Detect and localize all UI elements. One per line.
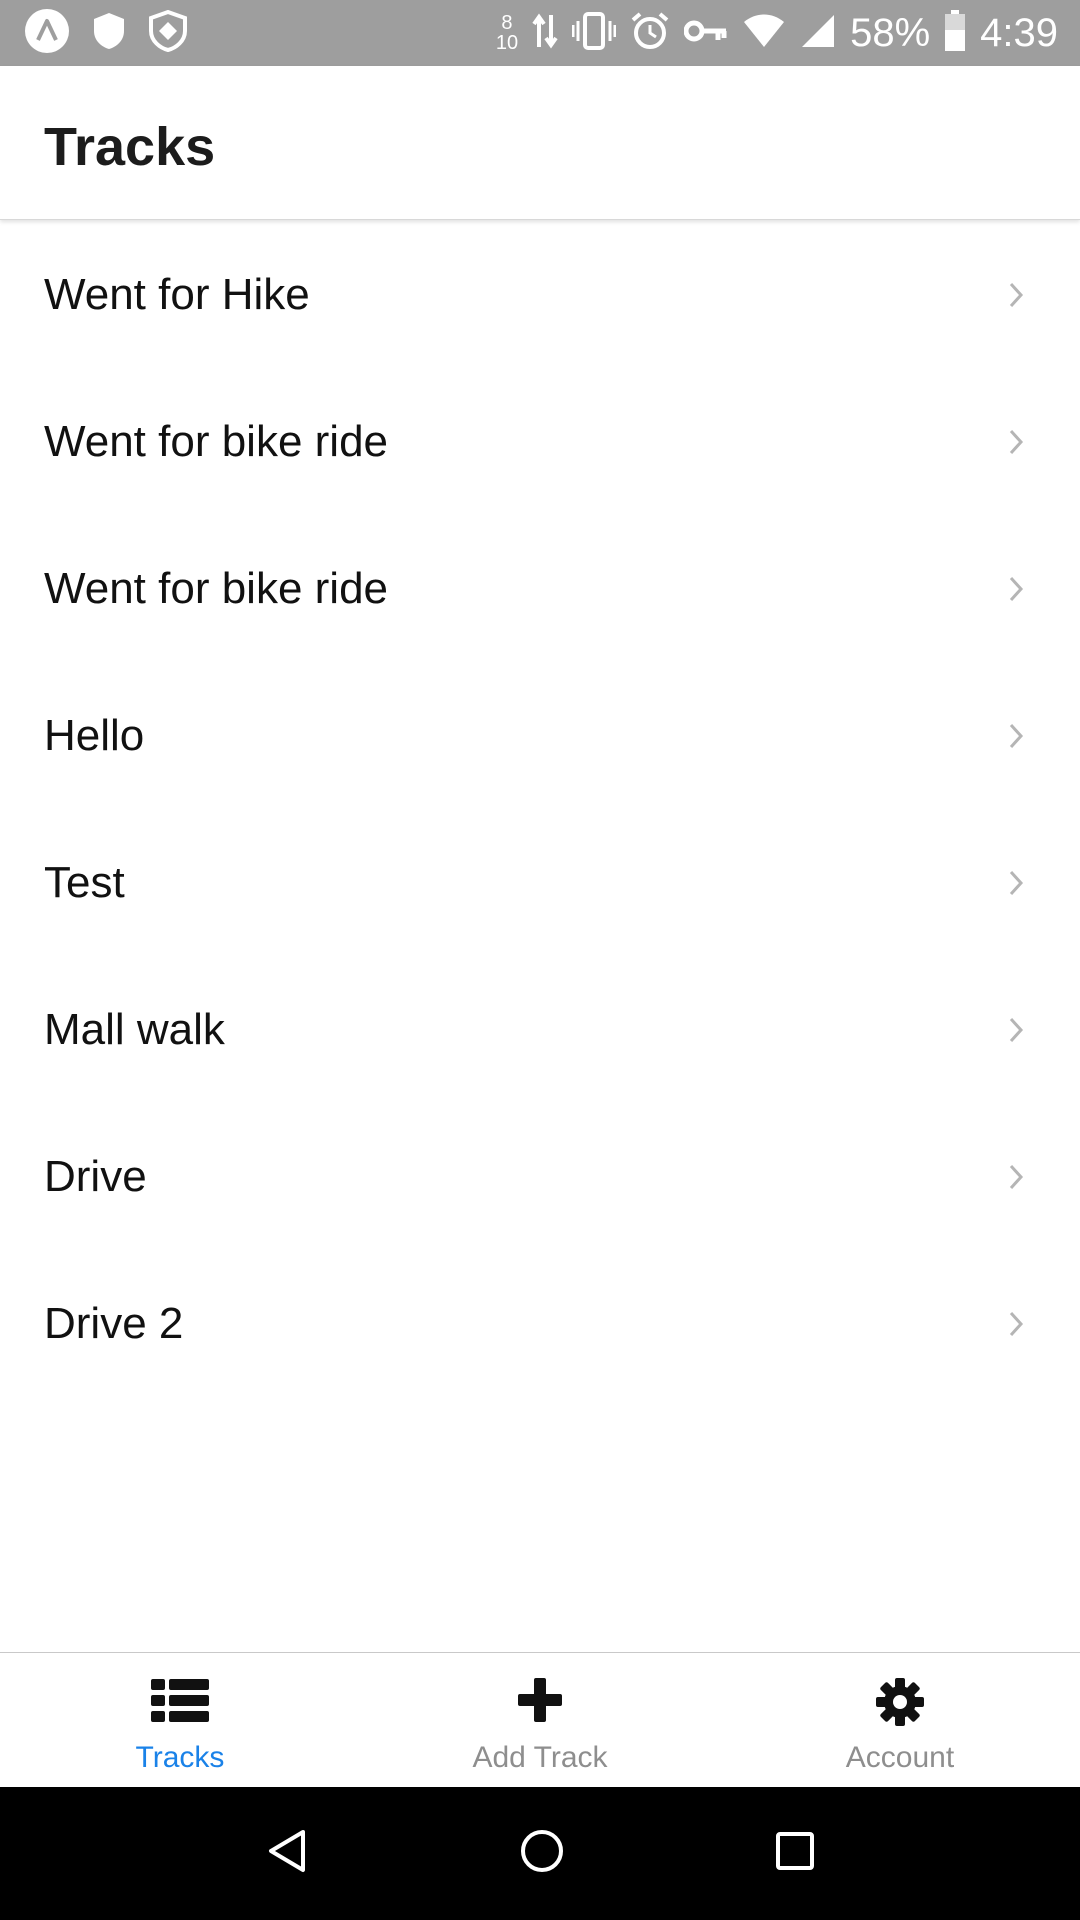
- system-nav-bar: [0, 1787, 1080, 1920]
- list-item[interactable]: Hello: [0, 662, 1080, 809]
- data-traffic-indicator: 8 10: [496, 13, 518, 53]
- chevron-right-icon: [1009, 1311, 1024, 1336]
- track-list: Went for Hike Went for bike ride Went fo…: [0, 221, 1080, 1397]
- home-icon[interactable]: [519, 1828, 565, 1879]
- track-label: Drive: [44, 1151, 147, 1201]
- net-up-count: 8: [501, 12, 513, 34]
- tab-tracks-label: Tracks: [135, 1741, 225, 1774]
- list-item[interactable]: Went for Hike: [0, 221, 1080, 368]
- clock: 4:39: [980, 10, 1058, 55]
- vpn-key-icon: [683, 18, 728, 49]
- track-label: Drive 2: [44, 1298, 184, 1348]
- page-title: Tracks: [44, 117, 216, 177]
- chevron-right-icon: [1009, 1017, 1024, 1042]
- list-item[interactable]: Drive: [0, 1103, 1080, 1250]
- list-item[interactable]: Drive 2: [0, 1250, 1080, 1397]
- list-icon: [151, 1677, 209, 1730]
- battery-percent: 58%: [850, 10, 931, 55]
- tab-add-track[interactable]: Add Track: [360, 1653, 720, 1788]
- vibrate-icon: [571, 11, 617, 56]
- net-down-count: 10: [495, 32, 519, 54]
- signal-icon: [800, 13, 836, 54]
- plus-icon: [517, 1677, 563, 1728]
- track-label: Went for bike ride: [44, 416, 389, 466]
- chevron-right-icon: [1009, 1164, 1024, 1189]
- list-item[interactable]: Went for bike ride: [0, 368, 1080, 515]
- chevron-right-icon: [1009, 429, 1024, 454]
- app-a-icon: [24, 8, 70, 59]
- track-label: Test: [44, 857, 125, 907]
- tab-add-track-label: Add Track: [472, 1741, 608, 1774]
- chevron-right-icon: [1009, 870, 1024, 895]
- status-bar: 8 10 58% 4:39: [0, 0, 1080, 66]
- list-item[interactable]: Mall walk: [0, 956, 1080, 1103]
- recents-icon[interactable]: [775, 1831, 815, 1876]
- track-label: Went for Hike: [44, 269, 310, 319]
- alarm-icon: [630, 11, 670, 56]
- back-icon[interactable]: [265, 1828, 309, 1879]
- shield-check-icon: [148, 9, 188, 57]
- list-item[interactable]: Test: [0, 809, 1080, 956]
- tab-account[interactable]: Account: [720, 1653, 1080, 1788]
- chevron-right-icon: [1009, 576, 1024, 601]
- track-label: Went for bike ride: [44, 563, 389, 613]
- chevron-right-icon: [1009, 282, 1024, 307]
- track-label: Hello: [44, 710, 145, 760]
- track-label: Mall walk: [44, 1004, 225, 1054]
- wifi-icon: [742, 14, 786, 53]
- bottom-tab-bar: Tracks Add Track Account: [0, 1652, 1080, 1787]
- tab-account-label: Account: [845, 1741, 955, 1774]
- app-header: Tracks: [0, 66, 1080, 220]
- shield-icon: [92, 11, 126, 56]
- list-item[interactable]: Went for bike ride: [0, 515, 1080, 662]
- battery-icon: [944, 9, 966, 57]
- tab-tracks[interactable]: Tracks: [0, 1653, 360, 1788]
- gear-icon: [875, 1677, 925, 1732]
- chevron-right-icon: [1009, 723, 1024, 748]
- data-arrows-icon: [532, 11, 558, 56]
